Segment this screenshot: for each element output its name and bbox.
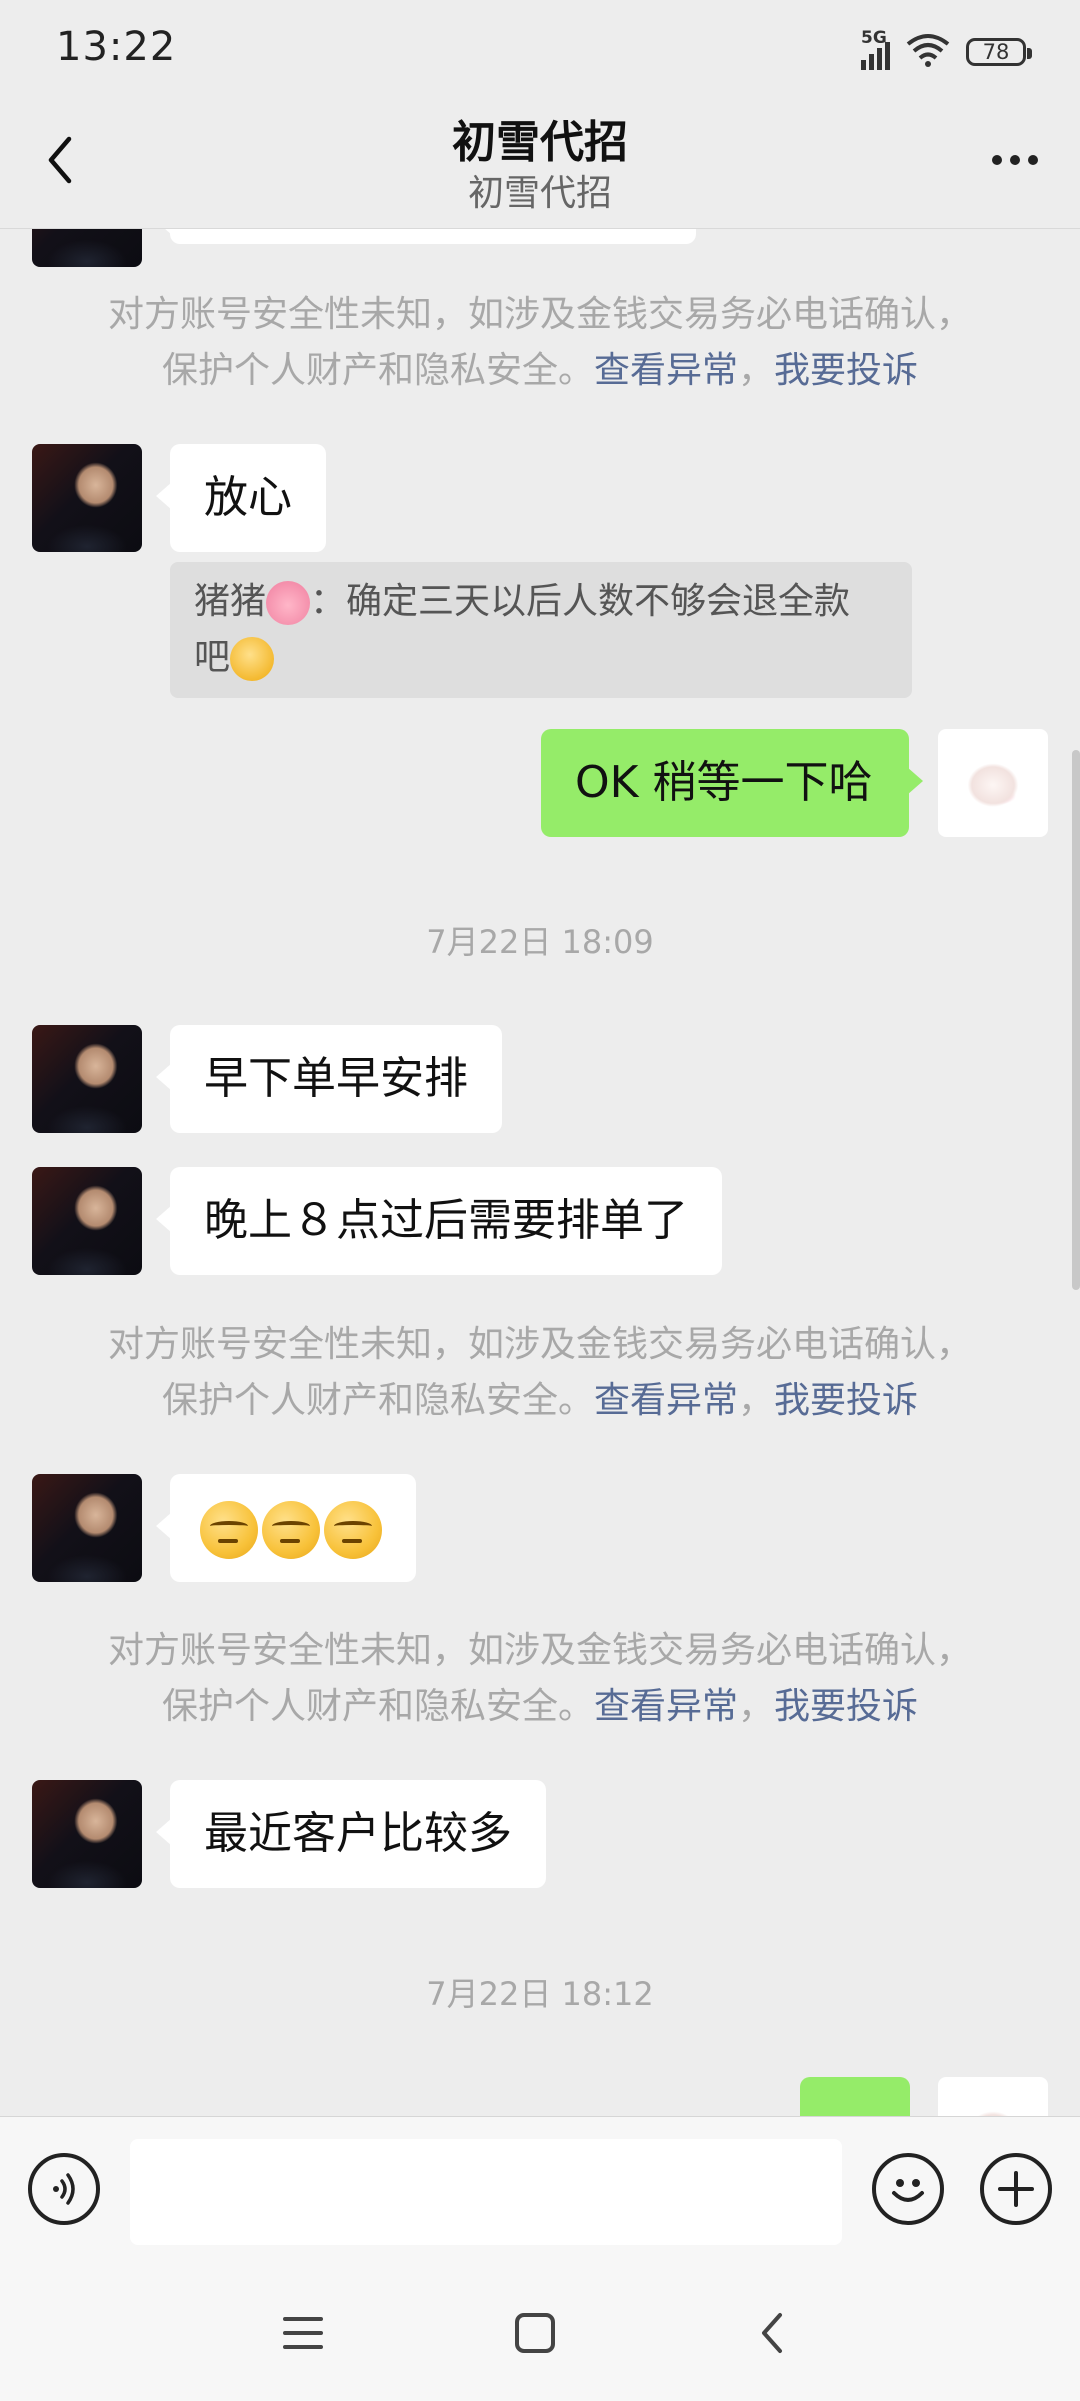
- timestamp: 7月22日 18:09: [426, 923, 654, 961]
- timestamp: 7月22日 18:12: [426, 1975, 654, 2013]
- system-nav-bar: [0, 2264, 1080, 2401]
- message-bubble[interactable]: [156, 229, 696, 244]
- nav-menu-button[interactable]: [268, 2298, 338, 2368]
- security-notice: 对方账号安全性未知，如涉及金钱交易务必电话确认， 保护个人财产和隐私安全。查看异…: [107, 1630, 972, 1727]
- message-input[interactable]: [130, 2139, 842, 2245]
- thinking-face-emoji-icon: [200, 1501, 258, 1559]
- chat-title: 初雪代招: [452, 117, 628, 168]
- battery-icon: 78: [966, 38, 1032, 66]
- emoji-icon: [892, 2179, 924, 2202]
- self-avatar[interactable]: [938, 2077, 1048, 2116]
- status-indicators: 5G 78: [861, 28, 1032, 74]
- message-bubble[interactable]: 晚上８点过后需要排单了: [156, 1167, 722, 1275]
- battery-level: 78: [982, 40, 1010, 64]
- pleading-emoji-icon: [230, 637, 275, 681]
- message-text: 晚上８点过后需要排单了: [204, 1195, 688, 1246]
- contact-avatar[interactable]: [32, 1474, 142, 1582]
- emoji-button[interactable]: [872, 2153, 944, 2225]
- voice-button[interactable]: [28, 2153, 100, 2225]
- complain-link[interactable]: 我要投诉: [774, 1686, 918, 1727]
- input-bar: [0, 2116, 1080, 2265]
- message-text: OK 稍等一下哈: [575, 757, 873, 808]
- view-abnormal-link[interactable]: 查看异常: [594, 1380, 738, 1421]
- more-button[interactable]: [980, 130, 1050, 190]
- status-bar: 13:22 5G 78: [0, 0, 1080, 100]
- security-notice: 对方账号安全性未知，如涉及金钱交易务必电话确认， 保护个人财产和隐私安全。查看异…: [107, 1324, 972, 1421]
- chat-header: 初雪代招 初雪代招: [0, 100, 1080, 229]
- message-bubble[interactable]: [156, 1474, 416, 1582]
- plus-button[interactable]: [980, 2153, 1052, 2225]
- view-abnormal-link[interactable]: 查看异常: [594, 350, 738, 391]
- self-avatar[interactable]: [938, 729, 1048, 837]
- nav-home-button[interactable]: [500, 2298, 570, 2368]
- pig-emoji-icon: [266, 581, 311, 625]
- plus-icon: [998, 2171, 1034, 2207]
- chat-area[interactable]: 对方账号安全性未知，如涉及金钱交易务必电话确认， 保护个人财产和隐私安全。查看异…: [0, 229, 1080, 2116]
- scrollbar[interactable]: [1072, 750, 1080, 1290]
- nav-back-icon: [762, 2313, 782, 2353]
- signal-icon: 5G: [861, 28, 890, 70]
- quote-author: 猪猪: [194, 581, 267, 622]
- security-notice: 对方账号安全性未知，如涉及金钱交易务必电话确认， 保护个人财产和隐私安全。查看异…: [107, 294, 972, 391]
- more-dots-icon: [992, 155, 1002, 165]
- thinking-face-emoji-icon: [262, 1501, 320, 1559]
- self-message-bubble[interactable]: OK 稍等一下哈: [541, 729, 923, 837]
- message-text: 最近客户比较多: [204, 1808, 512, 1859]
- message-text: 早下单早安排: [204, 1053, 468, 1104]
- message-bubble[interactable]: 放心: [156, 444, 326, 552]
- thinking-face-emoji-icon: [324, 1501, 382, 1559]
- message-text: 放心: [204, 472, 292, 523]
- complain-link[interactable]: 我要投诉: [774, 1380, 918, 1421]
- menu-icon: [283, 2317, 323, 2349]
- status-time: 13:22: [56, 24, 177, 70]
- contact-avatar[interactable]: [32, 444, 142, 552]
- chat-subtitle: 初雪代招: [467, 173, 612, 214]
- message-bubble[interactable]: 最近客户比较多: [156, 1780, 546, 1888]
- contact-avatar[interactable]: [32, 1025, 142, 1133]
- wifi-icon: [904, 32, 952, 72]
- quote-text: 确定三天以后人数不够会退全款: [346, 581, 851, 622]
- message-bubble[interactable]: 早下单早安排: [156, 1025, 502, 1133]
- contact-avatar[interactable]: [32, 229, 142, 267]
- self-message-bubble[interactable]: [800, 2077, 924, 2116]
- complain-link[interactable]: 我要投诉: [774, 350, 918, 391]
- quoted-message[interactable]: 猪猪 ：确定三天以后人数不够会退全款 吧: [170, 562, 912, 698]
- voice-icon: [53, 2173, 75, 2205]
- network-type: 5G: [861, 28, 887, 48]
- contact-avatar[interactable]: [32, 1167, 142, 1275]
- contact-avatar[interactable]: [32, 1780, 142, 1888]
- view-abnormal-link[interactable]: 查看异常: [594, 1686, 738, 1727]
- nav-back-button[interactable]: [736, 2298, 806, 2368]
- home-square-icon: [515, 2313, 555, 2353]
